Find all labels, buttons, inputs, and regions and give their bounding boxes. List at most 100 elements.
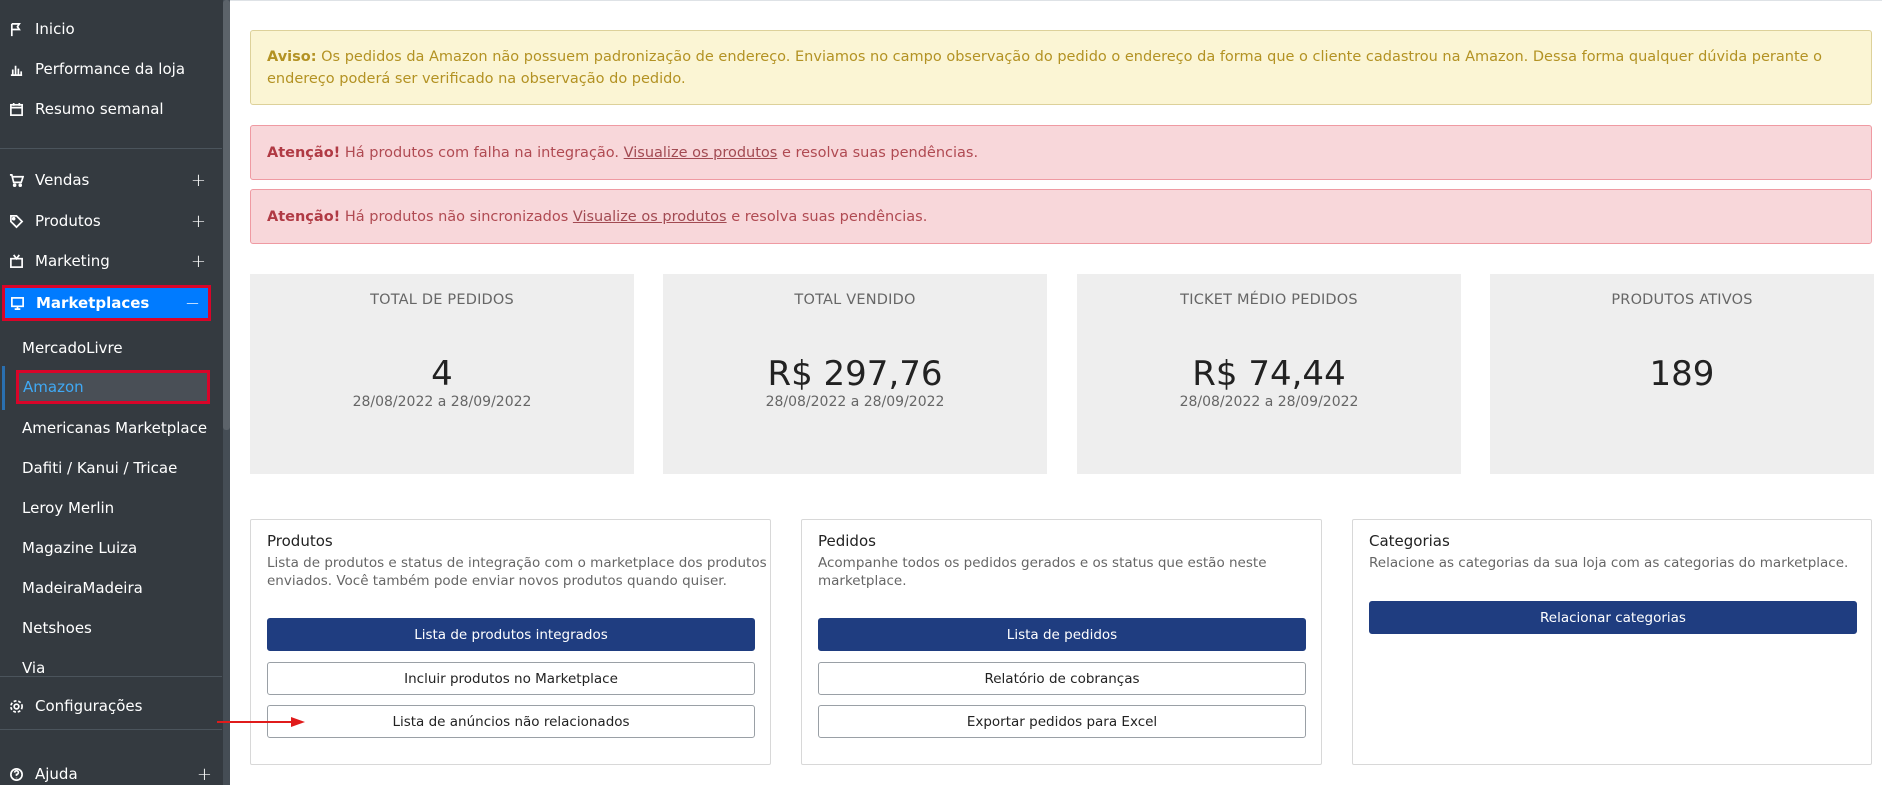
orders-list-button[interactable]: Lista de pedidos — [818, 618, 1306, 651]
panel-description-line: enviados. Você também pode enviar novos … — [267, 573, 727, 589]
annotation-arrow-icon — [217, 717, 305, 727]
sidebar-divider — [0, 729, 222, 730]
stat-period: 28/08/2022 a 28/09/2022 — [352, 394, 532, 410]
submenu-item-americanas[interactable]: Americanas Marketplace — [0, 411, 222, 445]
sidebar-item-configuracoes[interactable]: Configurações — [0, 686, 222, 726]
panel-pedidos: Pedidos Acompanhe todos os pedidos gerad… — [801, 519, 1322, 765]
active-submenu-marker — [2, 366, 5, 410]
monitor-icon — [9, 295, 25, 311]
alert-message-end: e resolva suas pendências. — [777, 144, 979, 161]
sidebar-item-label: Configurações — [35, 697, 143, 715]
panel-description-line: marketplace. — [818, 573, 907, 589]
alert-message-end: e resolva suas pendências. — [726, 208, 928, 225]
amazon-address-warning: Aviso: Os pedidos da Amazon não possuem … — [250, 30, 1872, 105]
tv-icon — [8, 253, 24, 269]
include-products-button[interactable]: Incluir produtos no Marketplace — [267, 662, 755, 695]
sidebar: Inicio Performance da loja Resumo semana… — [0, 0, 230, 785]
warning-message: Os pedidos da Amazon não possuem padroni… — [267, 48, 1823, 87]
stat-value: 4 — [431, 354, 453, 394]
alert-text: Atenção! Há produtos com falha na integr… — [267, 142, 978, 164]
stat-label: PRODUTOS ATIVOS — [1611, 292, 1753, 308]
sidebar-item-vendas[interactable]: Vendas + — [0, 160, 222, 200]
sidebar-item-label: Performance da loja — [35, 60, 186, 78]
sidebar-item-label: Produtos — [35, 212, 101, 230]
panel-description: Lista de produtos e status de integração… — [267, 554, 767, 590]
stat-label: TOTAL DE PEDIDOS — [370, 292, 514, 308]
stat-period: 28/08/2022 a 28/09/2022 — [1179, 394, 1359, 410]
export-orders-excel-button[interactable]: Exportar pedidos para Excel — [818, 705, 1306, 738]
sidebar-item-label: Marketing — [35, 252, 110, 270]
panel-description-line: Relacione as categorias da sua loja com … — [1369, 555, 1849, 571]
sidebar-item-inicio[interactable]: Inicio — [0, 9, 222, 49]
panel-categorias: Categorias Relacione as categorias da su… — [1352, 519, 1872, 765]
unsynced-products-alert: Atenção! Há produtos não sincronizados V… — [250, 189, 1872, 244]
alert-message: Há produtos não sincronizados — [340, 208, 573, 225]
panel-description-line: Acompanhe todos os pedidos gerados e os … — [818, 555, 1267, 571]
submenu-item-leroy-merlin[interactable]: Leroy Merlin — [0, 491, 222, 525]
sidebar-item-label: Inicio — [35, 20, 75, 38]
warning-text: Aviso: Os pedidos da Amazon não possuem … — [267, 46, 1855, 90]
stat-value: R$ 74,44 — [1192, 354, 1346, 394]
sidebar-item-marketplaces[interactable]: Marketplaces − — [2, 285, 211, 321]
sidebar-divider — [0, 148, 222, 149]
stat-ticket-medio: TICKET MÉDIO PEDIDOS R$ 74,44 28/08/2022… — [1077, 274, 1461, 474]
sidebar-item-label: Resumo semanal — [35, 100, 164, 118]
expand-icon[interactable]: + — [191, 251, 206, 272]
panel-title: Produtos — [267, 532, 333, 550]
submenu-item-amazon[interactable]: Amazon — [16, 370, 210, 404]
stat-produtos-ativos: PRODUTOS ATIVOS 189 — [1490, 274, 1874, 474]
question-icon — [8, 766, 24, 782]
sidebar-item-marketing[interactable]: Marketing + — [0, 241, 222, 281]
expand-icon[interactable]: + — [191, 170, 206, 191]
stat-label: TICKET MÉDIO PEDIDOS — [1180, 292, 1358, 308]
sidebar-scrollbar-thumb[interactable] — [223, 0, 230, 430]
stat-value: R$ 297,76 — [767, 354, 943, 394]
collapse-icon[interactable]: − — [185, 293, 200, 314]
sidebar-item-resumo[interactable]: Resumo semanal — [0, 89, 222, 129]
sidebar-item-performance[interactable]: Performance da loja — [0, 49, 222, 89]
calendar-icon — [8, 101, 24, 117]
sidebar-item-label: Vendas — [35, 171, 90, 189]
billing-report-button[interactable]: Relatório de cobranças — [818, 662, 1306, 695]
stat-total-vendido: TOTAL VENDIDO R$ 297,76 28/08/2022 a 28/… — [663, 274, 1047, 474]
warning-label: Aviso: — [267, 48, 317, 65]
submenu-item-netshoes[interactable]: Netshoes — [0, 611, 222, 645]
alert-label: Atenção! — [267, 208, 341, 225]
stat-label: TOTAL VENDIDO — [794, 292, 916, 308]
main-content: Aviso: Os pedidos da Amazon não possuem … — [230, 0, 1882, 785]
sidebar-scrollbar[interactable] — [223, 0, 230, 785]
panel-description-line: Lista de produtos e status de integração… — [267, 555, 767, 571]
panel-description: Acompanhe todos os pedidos gerados e os … — [818, 554, 1267, 590]
flag-icon — [8, 21, 24, 37]
integration-failure-alert: Atenção! Há produtos com falha na integr… — [250, 125, 1872, 180]
expand-icon[interactable]: + — [191, 211, 206, 232]
stat-total-pedidos: TOTAL DE PEDIDOS 4 28/08/2022 a 28/09/20… — [250, 274, 634, 474]
submenu-item-madeiramadeira[interactable]: MadeiraMadeira — [0, 571, 222, 605]
cart-icon — [8, 172, 24, 188]
alert-label: Atenção! — [267, 144, 341, 161]
panel-title: Categorias — [1369, 532, 1450, 550]
unrelated-listings-button[interactable]: Lista de anúncios não relacionados — [267, 705, 755, 738]
panel-produtos: Produtos Lista de produtos e status de i… — [250, 519, 771, 765]
sidebar-item-label: Marketplaces — [36, 294, 150, 312]
sidebar-divider — [0, 676, 222, 677]
submenu-item-via[interactable]: Via — [0, 651, 222, 685]
submenu-item-magazine-luiza[interactable]: Magazine Luiza — [0, 531, 222, 565]
sidebar-item-produtos[interactable]: Produtos + — [0, 201, 222, 241]
integrated-products-list-button[interactable]: Lista de produtos integrados — [267, 618, 755, 651]
stat-value: 189 — [1649, 354, 1715, 394]
gear-icon — [8, 698, 24, 714]
alert-message: Há produtos com falha na integração. — [340, 144, 624, 161]
expand-icon[interactable]: + — [197, 764, 212, 785]
bar-chart-icon — [8, 61, 24, 77]
top-border — [230, 0, 1882, 1]
submenu-item-dafiti[interactable]: Dafiti / Kanui / Tricae — [0, 451, 222, 485]
sidebar-item-label: Ajuda — [35, 765, 78, 783]
view-products-link[interactable]: Visualize os produtos — [573, 209, 727, 225]
sidebar-item-ajuda[interactable]: Ajuda + — [0, 754, 222, 785]
panel-description: Relacione as categorias da sua loja com … — [1369, 554, 1848, 572]
submenu-item-mercadolivre[interactable]: MercadoLivre — [0, 331, 222, 365]
view-products-link[interactable]: Visualize os produtos — [624, 145, 778, 161]
alert-text: Atenção! Há produtos não sincronizados V… — [267, 206, 927, 228]
relate-categories-button[interactable]: Relacionar categorias — [1369, 601, 1857, 634]
